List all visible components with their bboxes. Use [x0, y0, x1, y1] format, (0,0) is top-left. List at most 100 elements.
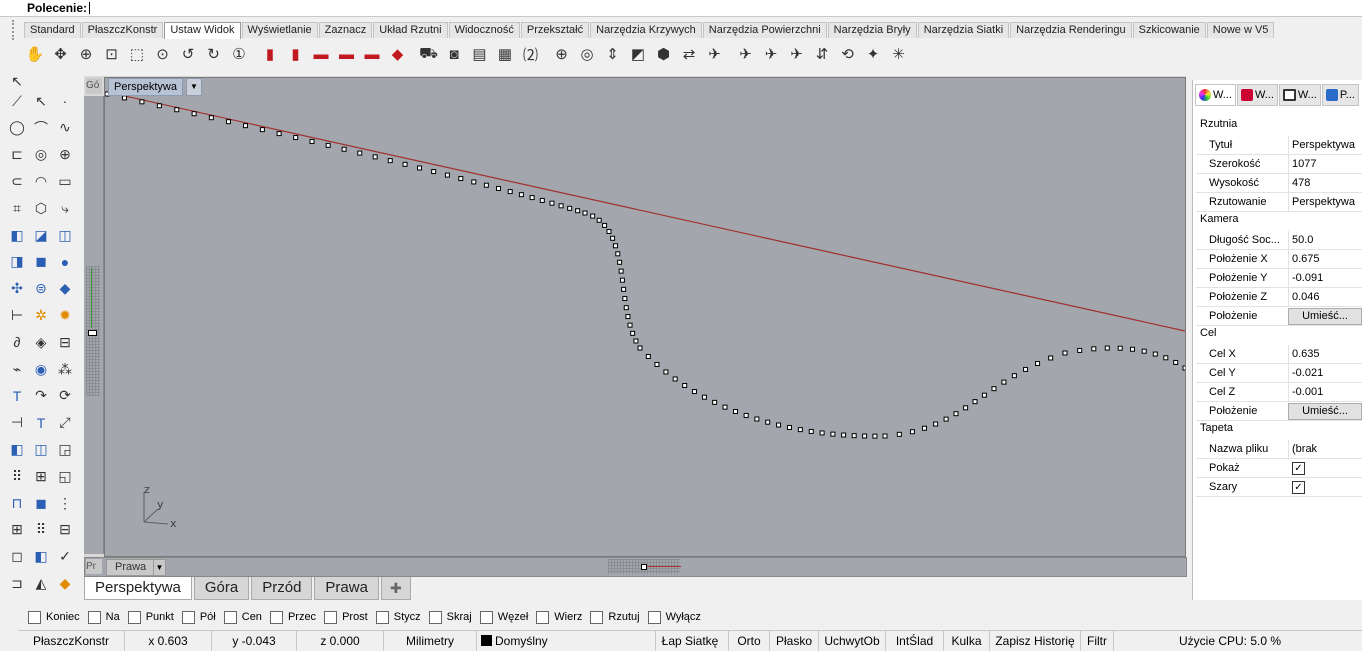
control-point[interactable] — [1001, 379, 1007, 385]
osnap-checkbox[interactable] — [28, 610, 41, 624]
polygon-icon[interactable]: ⊂ — [6, 170, 28, 192]
sun-icon[interactable]: ✳ — [888, 43, 910, 65]
zoom-dynamic-icon[interactable]: ⊕ — [75, 43, 97, 65]
osnap-checkbox[interactable] — [87, 610, 101, 624]
text-icon[interactable]: T — [6, 385, 28, 407]
control-point[interactable] — [357, 150, 363, 156]
control-point[interactable] — [225, 119, 231, 125]
control-point[interactable] — [208, 115, 214, 121]
control-point[interactable] — [672, 376, 678, 382]
tab-5[interactable]: Układ Rzutni — [373, 22, 448, 38]
osnap-6[interactable]: Prost — [324, 610, 368, 624]
control-point[interactable] — [139, 99, 145, 105]
orbit-icon[interactable]: ⟲ — [837, 43, 859, 65]
control-point[interactable] — [156, 103, 162, 109]
car-perspective-icon[interactable]: ◆ — [387, 43, 409, 65]
zoom-window-icon[interactable]: ⬚ — [126, 43, 148, 65]
control-point[interactable] — [507, 189, 513, 195]
osnap-checkbox[interactable] — [590, 610, 604, 624]
snap-icon[interactable]: ◫ — [30, 438, 52, 460]
status-units[interactable]: Milimetry — [384, 631, 477, 651]
box-icon[interactable]: ◧ — [6, 224, 28, 246]
control-point[interactable] — [633, 338, 639, 344]
control-point[interactable] — [276, 131, 282, 137]
rotate-view-icon[interactable]: ✥ — [50, 43, 72, 65]
mirror-icon[interactable]: ◧ — [6, 438, 28, 460]
bracket-icon[interactable]: ◻ — [6, 546, 28, 568]
control-point[interactable] — [1152, 351, 1158, 357]
box2-icon[interactable]: ◨ — [6, 251, 28, 273]
status-layer[interactable]: Domyślny — [477, 631, 656, 651]
prop-value[interactable]: 0.046 — [1288, 288, 1362, 306]
join-icon[interactable]: ∂ — [6, 331, 28, 353]
hexagon-icon[interactable]: ⬡ — [30, 197, 52, 219]
control-point[interactable] — [341, 146, 347, 152]
twist-icon[interactable]: ✈ — [786, 43, 808, 65]
osnap-5[interactable]: Przec — [269, 610, 316, 624]
status-toggle-6[interactable]: Zapisz Historię — [990, 631, 1081, 651]
select-icon[interactable]: ↖ — [30, 90, 52, 112]
control-point[interactable] — [610, 235, 616, 241]
control-point[interactable] — [627, 322, 633, 328]
control-point[interactable] — [743, 412, 749, 418]
control-point[interactable] — [786, 424, 792, 430]
swap-view-icon[interactable]: ⇄ — [678, 43, 700, 65]
control-point[interactable] — [722, 404, 728, 410]
control-point[interactable] — [529, 195, 535, 201]
panel-tab-1[interactable]: W... — [1236, 84, 1278, 106]
loft-icon[interactable]: ✣ — [6, 278, 28, 300]
zoom-1to1-icon[interactable]: ① — [228, 43, 250, 65]
osnap-1[interactable]: Na — [87, 610, 120, 624]
control-point[interactable] — [1035, 360, 1041, 366]
surface-corner-icon[interactable]: ◪ — [30, 224, 52, 246]
osnap-checkbox[interactable] — [536, 610, 550, 624]
tab-14[interactable]: Nowe w V5 — [1206, 22, 1275, 38]
place-button[interactable]: Umieść... — [1288, 308, 1362, 325]
status-toggle-1[interactable]: Orto — [729, 631, 770, 651]
viewport-title[interactable]: Perspektywa — [108, 78, 183, 96]
camera-icon[interactable]: ◙ — [443, 43, 465, 65]
tab-0[interactable]: Standard — [24, 22, 81, 38]
osnap-11[interactable]: Rzutuj — [590, 610, 640, 624]
control-point[interactable] — [991, 386, 997, 392]
render-icon[interactable]: ⊐ — [6, 572, 28, 594]
control-point[interactable] — [174, 107, 180, 113]
undo-view-icon[interactable]: ↺ — [177, 43, 199, 65]
control-point[interactable] — [602, 222, 608, 228]
control-point[interactable] — [830, 431, 836, 437]
tab-4[interactable]: Zaznacz — [318, 22, 373, 38]
offset-icon[interactable]: ⌁ — [6, 358, 28, 380]
tab-12[interactable]: Narzędzia Renderingu — [1010, 22, 1132, 38]
select-arrow-icon[interactable]: ↖ — [6, 70, 28, 92]
tab-11[interactable]: Narzędzia Siatki — [917, 22, 1010, 38]
osnap-checkbox[interactable] — [428, 610, 442, 624]
osnap-checkbox[interactable] — [324, 610, 338, 624]
status-cplane[interactable]: PłaszczKonstr — [18, 631, 125, 651]
car-right-icon[interactable]: ▬ — [336, 43, 358, 65]
zoom-extents-icon[interactable]: ⊡ — [101, 43, 123, 65]
add-viewport-tab-icon[interactable]: ✚ — [380, 577, 411, 600]
status-toggle-0[interactable]: Łap Siatkę — [652, 631, 729, 651]
named-view-restore-icon[interactable]: ▦ — [494, 43, 516, 65]
right-viewport-menu-arrow-icon[interactable]: ▼ — [153, 559, 166, 576]
rotate-icon[interactable]: ↷ — [30, 385, 52, 407]
zoom-selected-icon[interactable]: ⊙ — [152, 43, 174, 65]
tab-9[interactable]: Narzędzia Powierzchni — [702, 22, 827, 38]
control-point[interactable] — [618, 268, 624, 274]
car-back-icon[interactable]: ▮ — [285, 43, 307, 65]
status-toggle-3[interactable]: UchwytOb — [819, 631, 886, 651]
prop-checkbox[interactable]: ✓ — [1292, 462, 1305, 475]
block-icon[interactable]: ⊓ — [6, 492, 28, 514]
arc-icon[interactable]: ⌒ — [30, 117, 52, 139]
control-point[interactable] — [663, 369, 669, 375]
control-point[interactable] — [872, 433, 878, 439]
control-point[interactable] — [1023, 366, 1029, 372]
prop-value[interactable]: (brak — [1288, 440, 1362, 458]
copy-icon[interactable]: ⤢ — [54, 412, 76, 434]
control-point[interactable] — [1011, 373, 1017, 379]
osnap-9[interactable]: Węzeł — [479, 610, 528, 624]
grid-icon[interactable]: ⊞ — [6, 519, 28, 541]
explode-icon[interactable]: ✹ — [54, 304, 76, 326]
flow-icon[interactable]: ◱ — [54, 465, 76, 487]
viewport-tab-3[interactable]: Prawa — [314, 577, 379, 600]
